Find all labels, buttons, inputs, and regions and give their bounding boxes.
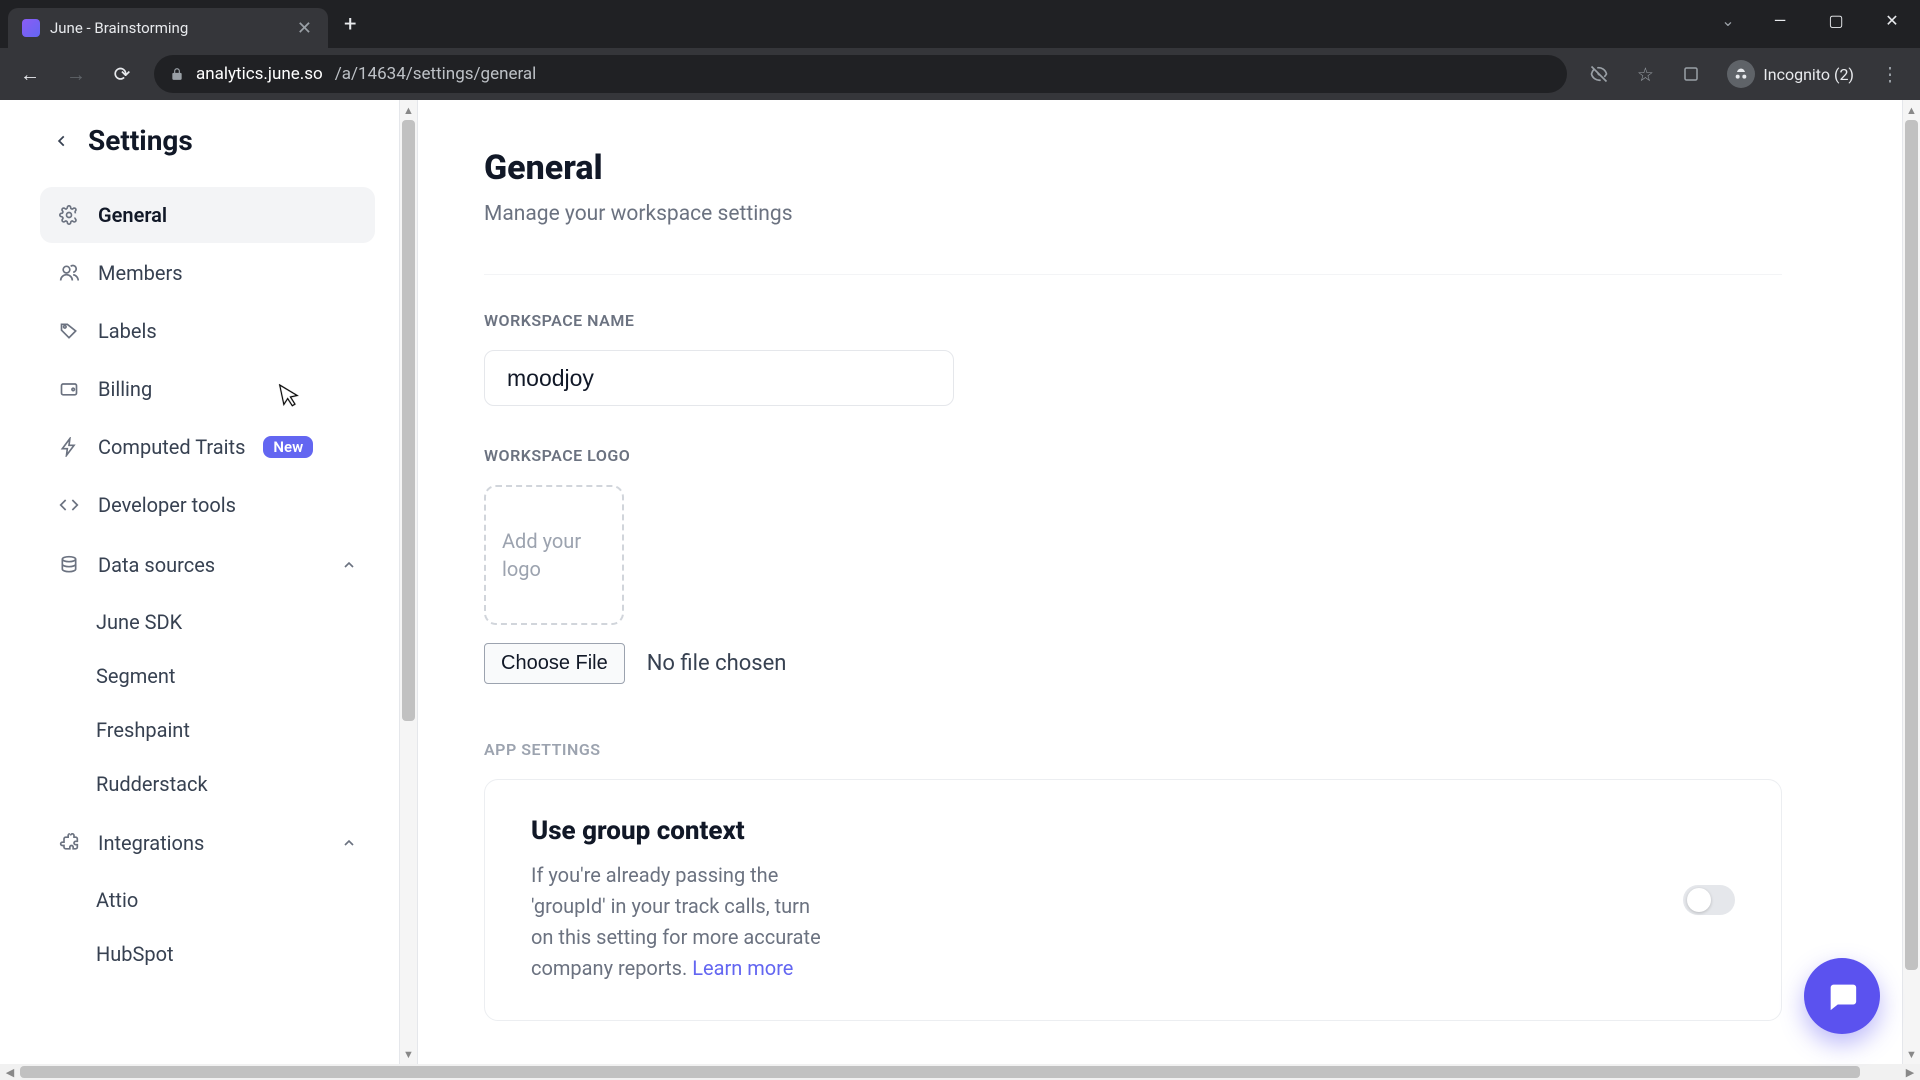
- close-tab-icon[interactable]: ✕: [295, 18, 314, 39]
- eye-off-icon[interactable]: [1579, 54, 1619, 94]
- app-root: Settings General Members Labels: [0, 100, 1920, 1064]
- app-settings-label: APP SETTINGS: [484, 740, 1782, 759]
- wallet-icon: [58, 378, 80, 400]
- file-chosen-status: No file chosen: [647, 651, 787, 676]
- scroll-up-icon[interactable]: ▲: [400, 100, 417, 120]
- main-area: General Manage your workspace settings W…: [418, 100, 1920, 1064]
- group-context-title: Use group context: [531, 816, 831, 846]
- window-controls: ⌄ ― ▢ ✕: [1704, 0, 1920, 40]
- sidebar-subitem-hubspot[interactable]: HubSpot: [40, 927, 375, 981]
- group-context-card: Use group context If you're already pass…: [484, 779, 1782, 1021]
- scroll-right-icon[interactable]: ▶: [1900, 1066, 1920, 1079]
- page-subtitle: Manage your workspace settings: [484, 202, 1782, 226]
- scrollbar-thumb[interactable]: [1905, 120, 1918, 970]
- sidebar-item-label: Rudderstack: [96, 772, 208, 796]
- window-maximize-button[interactable]: ▢: [1808, 11, 1864, 30]
- browser-address-bar[interactable]: analytics.june.so/a/14634/settings/gener…: [154, 55, 1567, 93]
- browser-tab-strip: June - Brainstorming ✕ + ⌄ ― ▢ ✕: [0, 0, 1920, 48]
- sidebar-item-label: June SDK: [96, 610, 182, 634]
- main-scrollbar[interactable]: ▲ ▼: [1902, 100, 1920, 1064]
- code-icon: [58, 494, 80, 516]
- sidebar-item-computed-traits[interactable]: Computed Traits New: [40, 419, 375, 475]
- sidebar-item-label: General: [98, 203, 167, 227]
- database-icon: [58, 554, 80, 576]
- chevron-up-icon: [341, 557, 357, 573]
- sidebar-subitem-segment[interactable]: Segment: [40, 649, 375, 703]
- workspace-name-label: WORKSPACE NAME: [484, 311, 1782, 330]
- sidebar-item-developer-tools[interactable]: Developer tools: [40, 477, 375, 533]
- sidebar-item-label: Computed Traits: [98, 435, 245, 459]
- tag-icon: [58, 320, 80, 342]
- chevron-up-icon: [341, 835, 357, 851]
- sidebar-item-label: Billing: [98, 377, 152, 401]
- sidebar-scrollbar[interactable]: ▲ ▼: [399, 100, 417, 1064]
- scrollbar-thumb[interactable]: [402, 120, 415, 721]
- sidebar-item-label: Data sources: [98, 553, 215, 577]
- sidebar-item-general[interactable]: General: [40, 187, 375, 243]
- sidebar-item-label: Freshpaint: [96, 718, 190, 742]
- scrollbar-thumb[interactable]: [20, 1066, 1860, 1078]
- extensions-icon[interactable]: [1671, 54, 1711, 94]
- sidebar-item-label: HubSpot: [96, 942, 174, 966]
- new-badge: New: [263, 436, 313, 458]
- sidebar-subitem-june-sdk[interactable]: June SDK: [40, 595, 375, 649]
- sidebar-item-billing[interactable]: Billing: [40, 361, 375, 417]
- profile-incognito-button[interactable]: Incognito (2): [1717, 56, 1864, 92]
- horizontal-scrollbar[interactable]: ◀ ▶: [0, 1064, 1920, 1080]
- scroll-down-icon[interactable]: ▼: [1903, 1044, 1920, 1064]
- browser-back-button[interactable]: ←: [10, 54, 50, 94]
- puzzle-icon: [58, 832, 80, 854]
- url-path: /a/14634/settings/general: [335, 64, 537, 84]
- incognito-label: Incognito (2): [1763, 65, 1854, 84]
- divider: [484, 274, 1782, 275]
- tab-favicon-icon: [22, 19, 40, 37]
- page-title: General: [484, 148, 1782, 188]
- new-tab-button[interactable]: +: [328, 12, 372, 37]
- browser-menu-icon[interactable]: ⋮: [1870, 54, 1910, 94]
- sidebar-subitem-rudderstack[interactable]: Rudderstack: [40, 757, 375, 811]
- sidebar-item-integrations[interactable]: Integrations: [40, 815, 375, 871]
- tab-title: June - Brainstorming: [50, 19, 285, 37]
- settings-back-button[interactable]: [48, 127, 76, 155]
- logo-dropzone[interactable]: Add your logo: [484, 485, 624, 625]
- sidebar-item-label: Developer tools: [98, 493, 236, 517]
- chat-icon: [1825, 979, 1859, 1013]
- chat-fab-button[interactable]: [1804, 958, 1880, 1034]
- url-host: analytics.june.so: [196, 64, 323, 84]
- sidebar: Settings General Members Labels: [0, 100, 418, 1064]
- window-close-button[interactable]: ✕: [1864, 11, 1920, 30]
- learn-more-link[interactable]: Learn more: [692, 956, 793, 980]
- lock-icon: [170, 67, 184, 81]
- sidebar-item-label: Segment: [96, 664, 175, 688]
- sidebar-title: Settings: [88, 124, 193, 157]
- sidebar-subitem-freshpaint[interactable]: Freshpaint: [40, 703, 375, 757]
- gear-icon: [58, 204, 80, 226]
- incognito-icon: [1727, 60, 1755, 88]
- window-minimize-button[interactable]: ―: [1752, 11, 1808, 30]
- sidebar-item-members[interactable]: Members: [40, 245, 375, 301]
- browser-forward-button[interactable]: →: [56, 54, 96, 94]
- sidebar-item-label: Members: [98, 261, 183, 285]
- scroll-up-icon[interactable]: ▲: [1903, 100, 1920, 120]
- sidebar-subitem-attio[interactable]: Attio: [40, 873, 375, 927]
- tab-overflow-icon[interactable]: ⌄: [1704, 11, 1752, 30]
- scroll-left-icon[interactable]: ◀: [0, 1066, 20, 1079]
- workspace-logo-label: WORKSPACE LOGO: [484, 446, 1782, 465]
- browser-toolbar: ← → ⟳ analytics.june.so/a/14634/settings…: [0, 48, 1920, 100]
- sidebar-item-label: Attio: [96, 888, 138, 912]
- choose-file-button[interactable]: Choose File: [484, 643, 625, 684]
- users-icon: [58, 262, 80, 284]
- logo-placeholder-text: Add your logo: [502, 527, 606, 583]
- scroll-down-icon[interactable]: ▼: [400, 1044, 417, 1064]
- group-context-toggle[interactable]: [1683, 885, 1735, 915]
- browser-reload-button[interactable]: ⟳: [102, 54, 142, 94]
- sidebar-item-labels[interactable]: Labels: [40, 303, 375, 359]
- bookmark-star-icon[interactable]: ☆: [1625, 54, 1665, 94]
- lightning-icon: [58, 436, 80, 458]
- sidebar-item-label: Integrations: [98, 831, 204, 855]
- workspace-name-input[interactable]: [484, 350, 954, 406]
- sidebar-item-label: Labels: [98, 319, 157, 343]
- sidebar-item-data-sources[interactable]: Data sources: [40, 537, 375, 593]
- browser-tab[interactable]: June - Brainstorming ✕: [8, 8, 328, 48]
